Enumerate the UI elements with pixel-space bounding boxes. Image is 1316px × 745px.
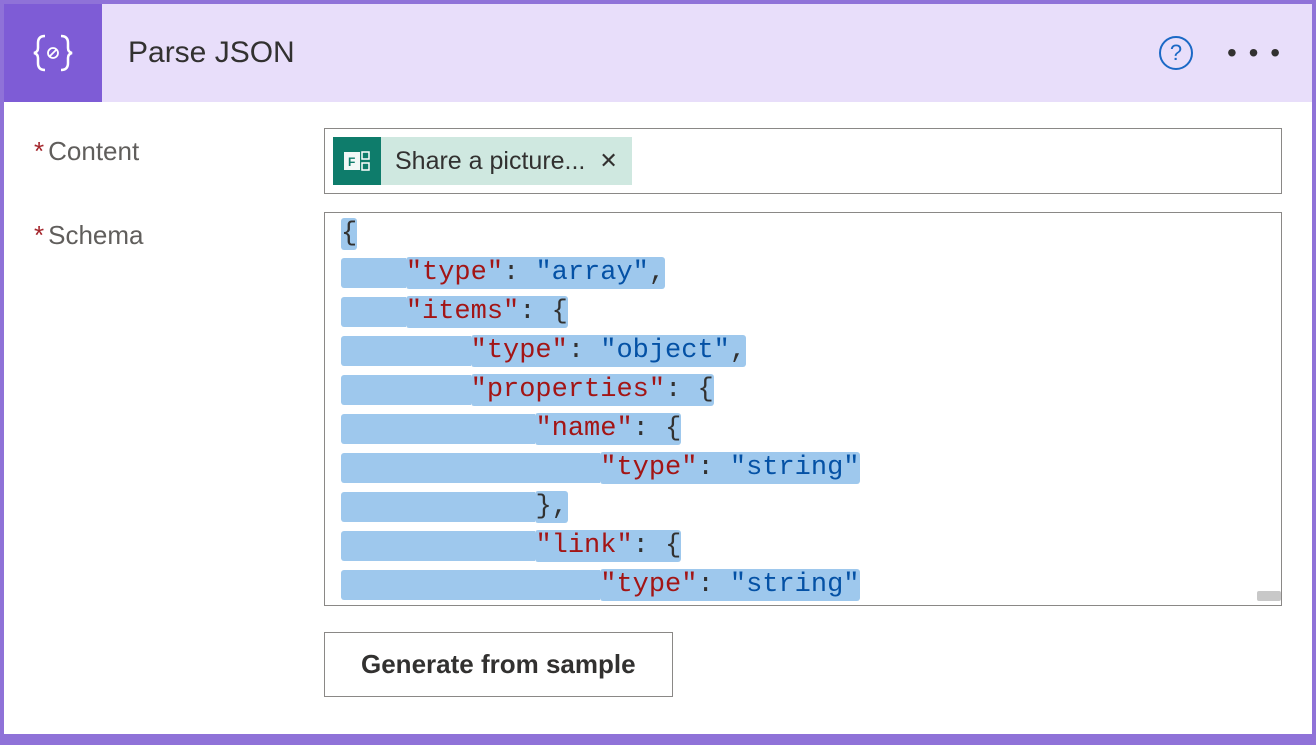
- forms-icon: F: [333, 137, 381, 185]
- content-input[interactable]: F Share a picture... ✕: [324, 128, 1282, 194]
- content-row: *Content F Share a picture...: [34, 128, 1282, 194]
- code-line: ················ "type": "string": [341, 566, 1265, 605]
- code-line: ········ "type": "object",: [341, 332, 1265, 371]
- content-field: F Share a picture... ✕: [324, 128, 1282, 194]
- code-line: ············ "name": {: [341, 410, 1265, 449]
- content-label: *Content: [34, 128, 324, 194]
- parse-json-icon: [4, 4, 102, 102]
- card-header: Parse JSON ? • • •: [4, 4, 1312, 102]
- svg-text:F: F: [348, 155, 355, 169]
- card-title: Parse JSON: [128, 36, 1159, 70]
- code-line: ················ "type": "string": [341, 449, 1265, 488]
- scrollbar-thumb[interactable]: [1257, 591, 1281, 601]
- braces-icon: [30, 30, 76, 76]
- parse-json-card: Parse JSON ? • • • *Content F: [4, 4, 1312, 734]
- code-line: ············ },: [341, 488, 1265, 527]
- generate-from-sample-button[interactable]: Generate from sample: [324, 632, 673, 697]
- help-icon[interactable]: ?: [1159, 36, 1193, 70]
- schema-field: {···· "type": "array",···· "items": {···…: [324, 212, 1282, 697]
- close-icon[interactable]: ✕: [599, 148, 617, 174]
- code-line: {: [341, 215, 1265, 254]
- code-line: ········ "properties": {: [341, 371, 1265, 410]
- dynamic-content-token[interactable]: F Share a picture... ✕: [333, 137, 632, 185]
- more-icon[interactable]: • • •: [1227, 37, 1282, 69]
- token-label: Share a picture...: [395, 147, 585, 176]
- schema-label: *Schema: [34, 212, 324, 697]
- schema-editor[interactable]: {···· "type": "array",···· "items": {···…: [324, 212, 1282, 606]
- card-body: *Content F Share a picture...: [4, 102, 1312, 745]
- code-line: ···· "type": "array",: [341, 254, 1265, 293]
- schema-row: *Schema {···· "type": "array",···· "item…: [34, 212, 1282, 697]
- code-line: ···· "items": {: [341, 293, 1265, 332]
- code-line: ············ "link": {: [341, 527, 1265, 566]
